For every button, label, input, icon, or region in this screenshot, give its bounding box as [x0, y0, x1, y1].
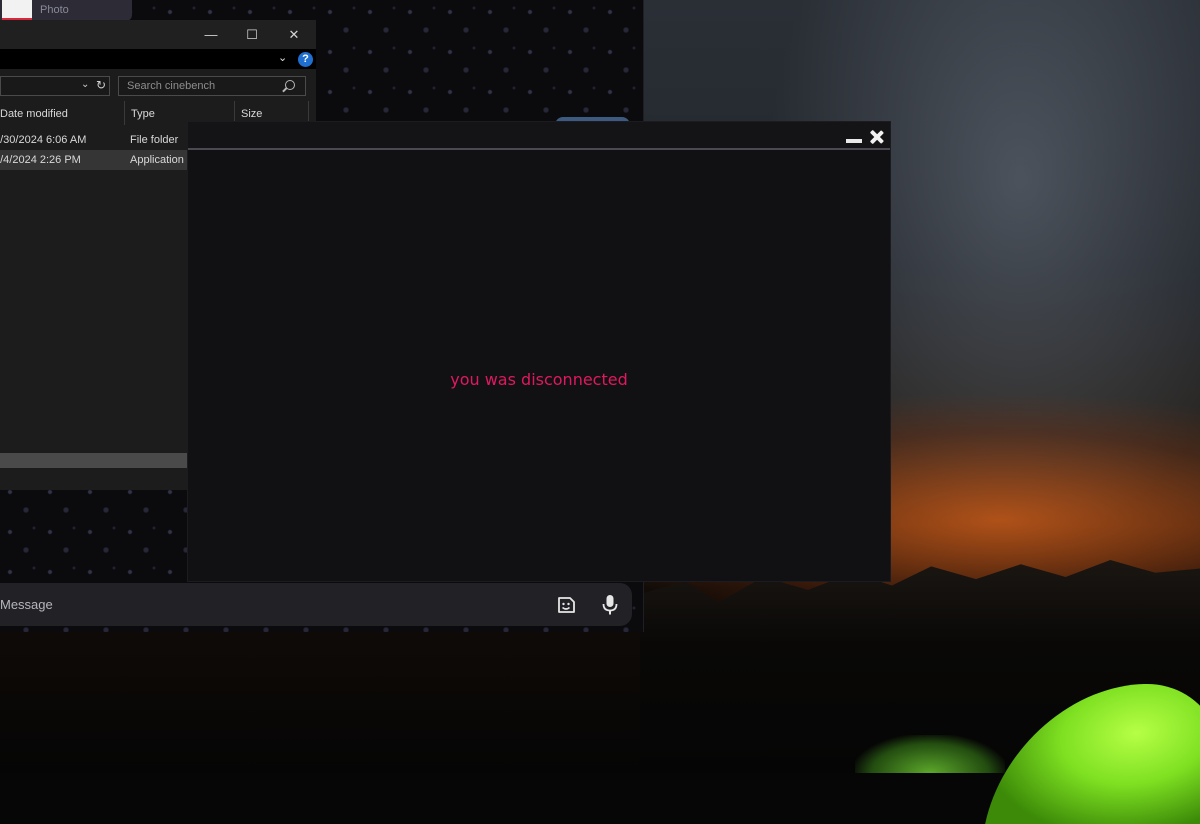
disconnect-message: you was disconnected	[450, 370, 628, 389]
horizontal-scrollbar[interactable]	[0, 453, 190, 468]
address-bar[interactable]: ⌄ ↻	[0, 76, 110, 96]
expand-ribbon-icon[interactable]: ⌄	[278, 51, 287, 64]
chat-list-item[interactable]: Photo	[0, 0, 132, 21]
minimize-button[interactable]: —	[190, 20, 232, 49]
message-composer[interactable]: Message	[0, 583, 632, 626]
dialog-titlebar[interactable]	[188, 122, 890, 150]
close-button[interactable]: ✕	[273, 20, 315, 49]
column-header-date[interactable]: Date modified	[0, 101, 125, 125]
sticker-icon[interactable]	[555, 594, 577, 616]
chat-item-subtitle: Photo	[40, 4, 69, 16]
file-type: Application	[130, 154, 184, 166]
chevron-down-icon[interactable]: ⌄	[81, 79, 89, 90]
disconnected-dialog: you was disconnected	[187, 121, 891, 582]
search-box[interactable]	[118, 76, 306, 96]
help-icon[interactable]: ?	[298, 52, 313, 67]
titlebar-divider	[188, 148, 890, 150]
file-type: File folder	[130, 134, 179, 146]
grass-patch	[855, 735, 1005, 773]
search-icon[interactable]	[285, 80, 295, 90]
status-bar	[0, 468, 190, 490]
file-date: 5/4/2024 2:26 PM	[0, 154, 81, 166]
maximize-button[interactable]: ☐	[231, 20, 273, 49]
search-input[interactable]	[119, 77, 287, 95]
explorer-titlebar[interactable]: — ☐ ✕	[0, 20, 316, 49]
close-icon[interactable]	[870, 130, 884, 144]
minimize-icon[interactable]	[846, 139, 862, 143]
message-input[interactable]: Message	[0, 597, 53, 612]
microphone-icon[interactable]	[599, 593, 621, 617]
file-date: 5/30/2024 6:06 AM	[0, 134, 87, 146]
photo-thumbnail	[2, 0, 32, 20]
refresh-icon[interactable]: ↻	[96, 78, 106, 92]
ribbon-bar: ⌄ ?	[0, 49, 316, 69]
